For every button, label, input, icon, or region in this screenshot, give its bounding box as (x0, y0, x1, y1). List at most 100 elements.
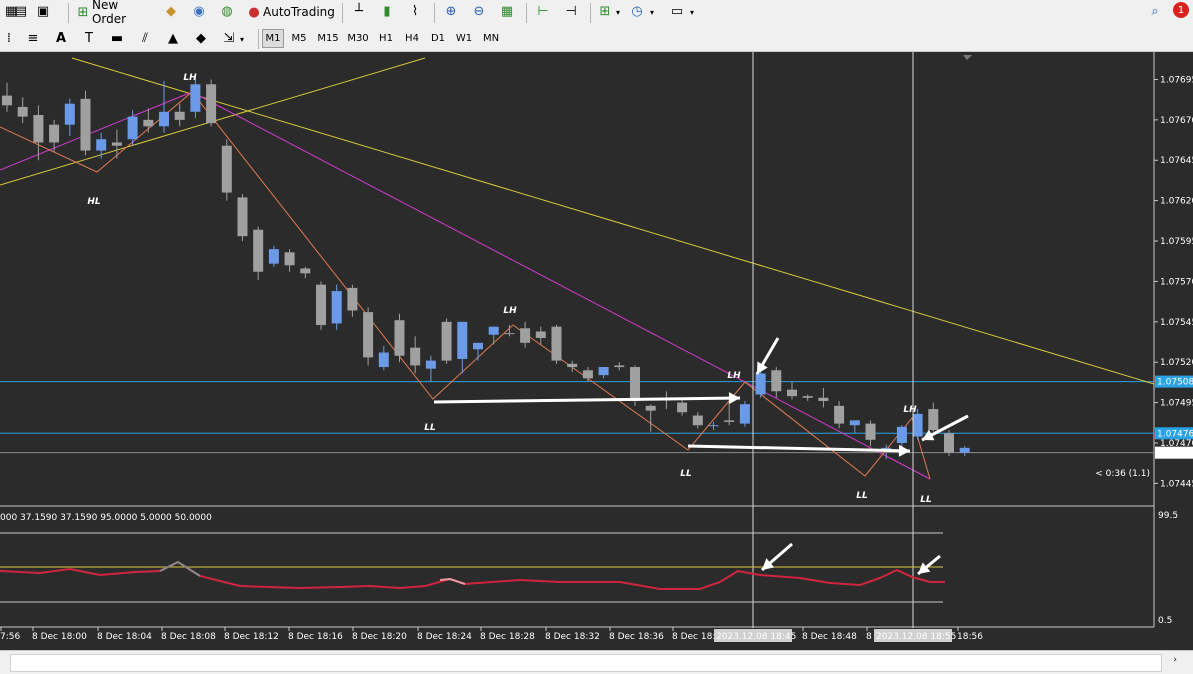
timeframe-m1[interactable]: M1 (262, 29, 284, 48)
signals-icon[interactable]: ◉ (190, 2, 208, 20)
arrows-icon[interactable]: ⇲ (220, 29, 238, 47)
market-icon[interactable]: ◍ (218, 2, 236, 20)
chart-window[interactable]: 1.07695 1.07670 1.07645 1.07620 1.07595 1.075… (0, 52, 1193, 650)
candle-body (331, 291, 342, 324)
horizontal-lines-icon[interactable]: ≡ (24, 29, 42, 47)
trend-line[interactable] (0, 91, 193, 171)
swing-label: LH (503, 306, 517, 316)
periods-dropdown-icon[interactable]: ▾ (648, 2, 656, 22)
candle-body (473, 342, 483, 350)
timeframe-m30[interactable]: M30 (344, 29, 372, 48)
price-label: 1.07545 (1160, 318, 1193, 328)
candlestick-icon[interactable]: ▮ (378, 2, 396, 20)
cursor-icon[interactable]: ⁞ (0, 29, 18, 47)
templates-icon[interactable]: ▭ (668, 2, 686, 20)
time-label: 7:56 (0, 632, 20, 642)
status-bar: › (0, 650, 1193, 674)
candle-body (33, 115, 44, 143)
candle-body (17, 106, 28, 117)
candle-body (630, 367, 640, 401)
swing-label: LL (856, 491, 868, 501)
timeframe-w1[interactable]: W1 (452, 29, 476, 48)
annotation-arrow-shaft (433, 396, 741, 404)
periods-icon[interactable]: ◷ (628, 2, 646, 20)
swing-label: LH (903, 405, 917, 415)
arrows-dropdown-icon[interactable]: ▾ (238, 29, 246, 49)
price-label: 1.07570 (1160, 277, 1193, 287)
autoscroll-icon[interactable]: ⊣ (562, 2, 580, 20)
candle-body (755, 373, 766, 395)
triangle-icon[interactable]: ▲ (164, 29, 182, 47)
candle-body (300, 268, 311, 274)
time-label: 8 Dec 18:36 (609, 632, 664, 642)
zoom-in-icon[interactable]: ⊕ (442, 2, 460, 20)
trend-line[interactable] (71, 57, 1155, 385)
timeframe-d1[interactable]: D1 (426, 29, 450, 48)
candle-body (174, 111, 185, 120)
timeframe-h4[interactable]: H4 (400, 29, 424, 48)
scroll-right-icon[interactable]: › (1173, 655, 1177, 665)
horizontal-scrollbar[interactable] (10, 654, 1162, 672)
chart-shift-marker[interactable] (963, 55, 972, 60)
market-watch-icon[interactable]: ▣ (34, 2, 52, 20)
candle-body (457, 321, 468, 359)
crosshair-time-label: 2023.12.08 18:55 (876, 632, 956, 642)
timeframe-mn[interactable]: MN (478, 29, 504, 48)
timeframe-m5[interactable]: M5 (286, 29, 312, 48)
indicators-dropdown-icon[interactable]: ▾ (614, 2, 622, 22)
candle-body (787, 389, 797, 397)
notification-badge[interactable]: 1 (1173, 2, 1189, 18)
price-tag-label: 1.07464 (1157, 449, 1193, 459)
rectangle-icon[interactable]: ▬ (108, 29, 126, 47)
channel-icon[interactable]: ⫽ (136, 29, 154, 47)
candle-body (206, 84, 217, 124)
price-label: 1.07520 (1160, 358, 1193, 368)
bar-chart-icon[interactable]: ┴ (350, 2, 368, 20)
candle-body (535, 331, 546, 338)
price-label: 1.07620 (1160, 197, 1193, 207)
profiles-icon[interactable]: ▤ (12, 2, 30, 20)
candle-body (488, 326, 499, 335)
new-order-label: New Order (91, 0, 127, 26)
timeframe-m15[interactable]: M15 (314, 29, 342, 48)
candle-body (912, 413, 923, 437)
text-label-icon[interactable]: T (80, 29, 98, 47)
candle-body (284, 252, 295, 266)
timeframe-h1[interactable]: H1 (374, 29, 398, 48)
autotrading-label: AutoTrading (263, 5, 335, 19)
indicator-top-label: 99.5 (1158, 511, 1178, 521)
price-label: 1.07670 (1160, 116, 1193, 126)
candle-body (143, 119, 154, 127)
candle-body (237, 197, 248, 237)
search-icon[interactable]: ⌕ (1146, 2, 1164, 20)
tile-windows-icon[interactable]: ▦ (498, 2, 516, 20)
candle-body (268, 249, 279, 264)
indicators-icon[interactable]: ⊞ (596, 2, 614, 20)
candle-body (896, 426, 907, 443)
line-chart-icon[interactable]: ⌇ (406, 2, 424, 20)
trend-line[interactable] (191, 91, 931, 480)
time-label: 8 Dec 18:32 (545, 632, 600, 642)
zoom-out-icon[interactable]: ⊖ (470, 2, 488, 20)
autotrading-button[interactable]: ● AutoTrading (245, 2, 337, 22)
candle-body (80, 98, 91, 151)
chart-shift-icon[interactable]: ⊢ (534, 2, 552, 20)
candle-body (849, 420, 860, 426)
new-order-button[interactable]: ⊞ New Order (74, 0, 156, 26)
candle-body (928, 409, 939, 431)
price-label: 1.07595 (1160, 237, 1193, 247)
shape-icon[interactable]: ◆ (192, 29, 210, 47)
price-chart[interactable]: 1.07695 1.07670 1.07645 1.07620 1.07595 1.075… (0, 52, 1193, 650)
time-label: 8 Dec 18:24 (417, 632, 472, 642)
candle-body (504, 333, 515, 335)
candle-body (802, 396, 813, 398)
templates-dropdown-icon[interactable]: ▾ (688, 2, 696, 22)
text-tool-icon[interactable]: A (52, 29, 70, 47)
time-label: 8 Dec 18:48 (802, 632, 857, 642)
metaeditor-icon[interactable]: ◆ (162, 2, 180, 20)
time-label: 18:56 (957, 632, 983, 642)
candle-body (64, 103, 75, 125)
candle-body (567, 363, 578, 368)
candle-body (378, 352, 389, 368)
swing-label: LH (727, 371, 741, 381)
